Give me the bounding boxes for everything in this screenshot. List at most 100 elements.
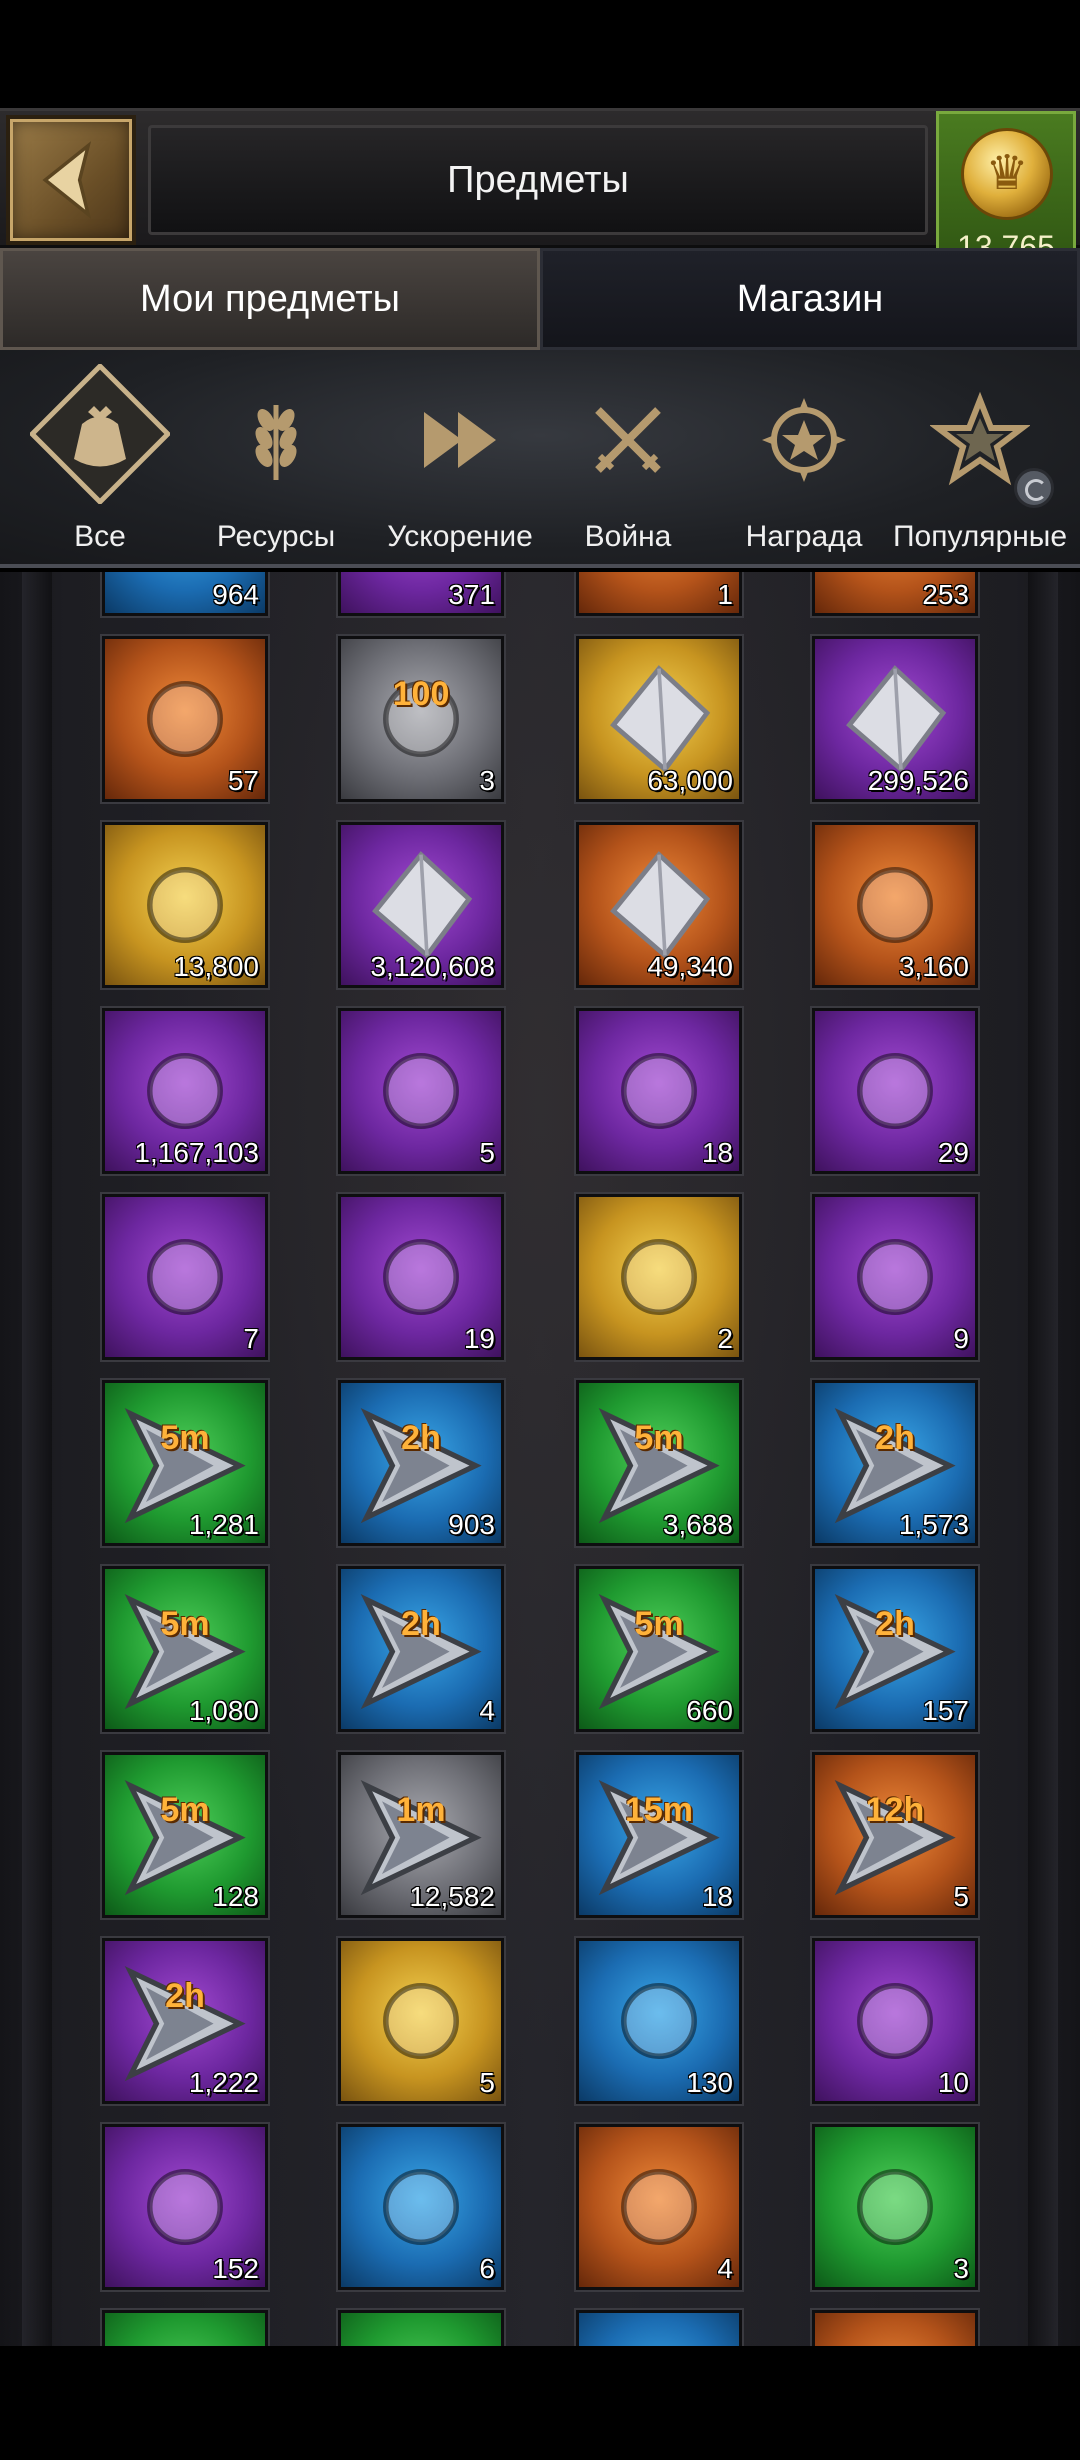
item-slot[interactable]: 7 xyxy=(102,1194,268,1360)
item-badge: 5m xyxy=(160,1791,210,1829)
item-slot[interactable]: 2h 157 xyxy=(812,1566,978,1732)
item-quantity: 3 xyxy=(479,765,495,796)
item-slot[interactable]: 3,120,608 xyxy=(338,822,504,988)
category-war[interactable]: Война xyxy=(548,350,708,568)
research-speedup-icon xyxy=(815,1755,975,1915)
item-slot[interactable]: 2h 903 xyxy=(338,1380,504,1546)
item-slot[interactable]: 5m 128 xyxy=(102,1752,268,1918)
item-slot[interactable]: 3,160 xyxy=(812,822,978,988)
right-rail xyxy=(1028,572,1058,2346)
item-slot[interactable] xyxy=(102,2310,268,2346)
item-badge: 15m xyxy=(624,1791,694,1829)
item-quantity: 299,526 xyxy=(867,765,969,796)
category-reward[interactable]: Награда xyxy=(724,350,884,568)
item-badge: 5m xyxy=(634,1419,684,1457)
item-quantity: 371 xyxy=(448,579,495,610)
item-slot[interactable]: 1 xyxy=(576,572,742,616)
item-quantity: 63,000 xyxy=(647,765,733,796)
page-title: Предметы xyxy=(447,158,629,201)
item-slot[interactable]: 1m 12,582 xyxy=(338,1752,504,1918)
title-plate: Предметы xyxy=(148,125,928,235)
item-slot[interactable]: 15m 18 xyxy=(576,1752,742,1918)
item-slot[interactable] xyxy=(812,2310,978,2346)
item-badge: 2h xyxy=(401,1605,441,1643)
item-slot[interactable]: 9 xyxy=(812,1194,978,1360)
item-badge: 2h xyxy=(401,1419,441,1457)
item-slot[interactable]: 6 xyxy=(338,2124,504,2290)
item-quantity: 5 xyxy=(479,1137,495,1168)
item-slot[interactable]: 10 xyxy=(812,1938,978,2104)
item-slot[interactable]: 371 xyxy=(338,572,504,616)
fast-forward-icon xyxy=(400,380,520,500)
tab-my-items[interactable]: Мои предметы xyxy=(0,248,540,350)
refresh-icon[interactable] xyxy=(1014,468,1054,508)
item-slot[interactable]: 100 3 xyxy=(338,636,504,802)
resource-cart-icon xyxy=(815,1197,975,1357)
status-bar xyxy=(0,0,1080,108)
item-slot[interactable]: 4 xyxy=(576,2124,742,2290)
item-badge: 12h xyxy=(865,1791,925,1829)
item-slot[interactable]: 5 xyxy=(338,1008,504,1174)
item-slot[interactable]: 12h 5 xyxy=(812,1752,978,1918)
item-quantity: 10 xyxy=(937,2067,969,2098)
helmet-plus-icon xyxy=(815,2127,975,2287)
category-all[interactable]: Все xyxy=(20,350,180,568)
item-quantity: 3,120,608 xyxy=(370,951,495,982)
item-slot[interactable]: 5m 1,080 xyxy=(102,1566,268,1732)
back-arrow-icon xyxy=(42,141,92,219)
item-quantity: 4 xyxy=(717,2253,733,2284)
item-quantity: 253 xyxy=(922,579,969,610)
category-popular[interactable]: Популярные xyxy=(893,350,1067,568)
item-slot[interactable]: 19 xyxy=(338,1194,504,1360)
item-quantity: 903 xyxy=(448,1509,495,1540)
category-resources[interactable]: Ресурсы xyxy=(196,350,356,568)
category-label: Популярные xyxy=(892,520,1068,553)
item-slot[interactable]: 3 xyxy=(812,2124,978,2290)
item-slot[interactable]: 5 xyxy=(338,1938,504,2104)
item-slot[interactable]: 18 xyxy=(576,1008,742,1174)
back-button[interactable] xyxy=(6,115,136,245)
item-quantity: 1 xyxy=(717,579,733,610)
item-slot[interactable]: 13,800 xyxy=(102,822,268,988)
item-slot[interactable]: 5m 3,688 xyxy=(576,1380,742,1546)
gem-chest-icon xyxy=(341,639,501,799)
item-quantity: 7 xyxy=(243,1323,259,1354)
item-quantity: 964 xyxy=(212,579,259,610)
item-slot[interactable]: 964 xyxy=(102,572,268,616)
item-quantity: 3 xyxy=(953,2253,969,2284)
category-speedup[interactable]: Ускорение xyxy=(380,350,540,568)
item-slot[interactable]: 2h 4 xyxy=(338,1566,504,1732)
item-slot[interactable]: 5m 660 xyxy=(576,1566,742,1732)
category-label: Война xyxy=(584,520,672,553)
item-slot[interactable]: 152 xyxy=(102,2124,268,2290)
partial-item-icon xyxy=(341,2313,501,2346)
item-slot[interactable]: 2h 1,222 xyxy=(102,1938,268,2104)
item-quantity: 13,800 xyxy=(173,951,259,982)
item-slot[interactable]: 299,526 xyxy=(812,636,978,802)
forge-speedup-icon xyxy=(341,1569,501,1729)
item-slot[interactable]: 63,000 xyxy=(576,636,742,802)
item-slot[interactable]: 130 xyxy=(576,1938,742,2104)
gold-balance-button[interactable]: 13,765 xyxy=(936,111,1076,271)
item-slot[interactable]: 253 xyxy=(812,572,978,616)
item-slot[interactable] xyxy=(576,2310,742,2346)
item-slot[interactable] xyxy=(338,2310,504,2346)
resource-cart-icon xyxy=(579,1197,739,1357)
item-quantity: 5 xyxy=(479,2067,495,2098)
item-slot[interactable]: 1,167,103 xyxy=(102,1008,268,1174)
item-slot[interactable]: 2h 1,573 xyxy=(812,1380,978,1546)
item-slot[interactable]: 5m 1,281 xyxy=(102,1380,268,1546)
item-quantity: 660 xyxy=(686,1695,733,1726)
item-badge: 2h xyxy=(875,1605,915,1643)
item-quantity: 12,582 xyxy=(409,1881,495,1912)
tab-shop[interactable]: Магазин xyxy=(540,248,1080,350)
item-slot[interactable]: 49,340 xyxy=(576,822,742,988)
item-quantity: 57 xyxy=(227,765,259,796)
item-quantity: 4 xyxy=(479,1695,495,1726)
item-quantity: 9 xyxy=(953,1323,969,1354)
item-quantity: 130 xyxy=(686,2067,733,2098)
item-quantity: 49,340 xyxy=(647,951,733,982)
item-slot[interactable]: 57 xyxy=(102,636,268,802)
item-slot[interactable]: 29 xyxy=(812,1008,978,1174)
item-slot[interactable]: 2 xyxy=(576,1194,742,1360)
